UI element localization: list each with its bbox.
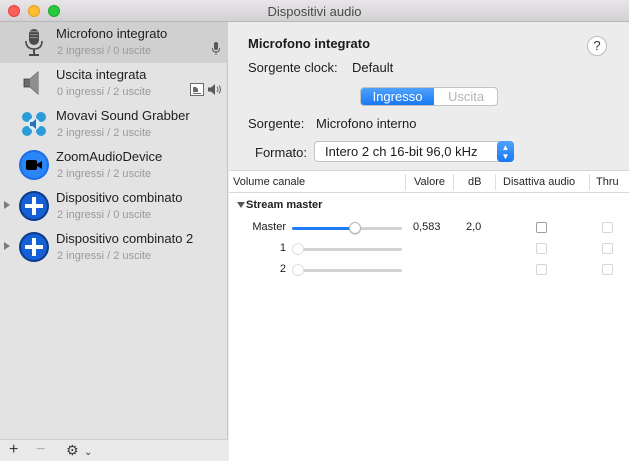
volume-slider [292, 264, 402, 276]
add-device-button[interactable]: + [9, 442, 18, 458]
device-item-zoomaudiodevice[interactable]: ZoomAudioDevice 2 ingressi / 2 uscite [0, 145, 228, 186]
tab-output[interactable]: Uscita [434, 88, 497, 105]
channel-db: 2,0 [466, 221, 482, 233]
format-selected-value: Intero 2 ch 16-bit 96,0 kHz [325, 144, 478, 159]
column-divider [405, 174, 406, 190]
channel-row-2: 2 [229, 260, 629, 280]
zoom-camera-icon [19, 150, 49, 180]
help-button[interactable]: ? [587, 36, 607, 56]
column-divider [453, 174, 454, 190]
microphone-icon [25, 29, 43, 56]
device-detail-panel: Microfono integrato ? Sorgente clock: De… [229, 22, 629, 461]
chevron-updown-icon: ▲ ▼ [497, 141, 514, 162]
channel-volume-table: Volume canale Valore dB Disattiva audio … [229, 170, 629, 461]
source-value: Microfono interno [316, 116, 417, 131]
thru-checkbox [602, 222, 613, 233]
gear-icon[interactable]: ⚙ [66, 442, 79, 458]
mute-checkbox[interactable] [536, 222, 547, 233]
default-input-microphone-icon [212, 42, 220, 55]
device-io-summary: 2 ingressi / 0 uscite [57, 45, 152, 57]
disclosure-triangle[interactable] [4, 201, 10, 209]
title-bar: Dispositivi audio [0, 0, 629, 22]
remove-device-button[interactable]: − [36, 442, 45, 458]
device-name: Dispositivo combinato 2 [56, 231, 194, 246]
channel-value: 0,583 [413, 221, 441, 233]
col-header-value[interactable]: Valore [414, 176, 445, 188]
slider-knob [292, 264, 304, 276]
clock-source-value: Default [352, 60, 394, 75]
device-item-movavi-sound-grabber[interactable]: Movavi Sound Grabber 2 ingressi / 2 usci… [0, 104, 228, 145]
col-header-db[interactable]: dB [468, 176, 481, 188]
plus-circle-icon [19, 232, 49, 262]
col-header-mute[interactable]: Disattiva audio [503, 176, 575, 188]
device-item-microfono-integrato[interactable]: Microfono integrato 2 ingressi / 0 uscit… [0, 22, 228, 63]
thru-checkbox [602, 264, 613, 275]
channel-label: 1 [279, 242, 286, 254]
device-item-uscita-integrata[interactable]: Uscita integrata 0 ingressi / 2 uscite [0, 63, 228, 104]
device-name: Movavi Sound Grabber [56, 108, 190, 123]
stream-group-row[interactable]: Stream master [229, 198, 629, 214]
device-name: Microfono integrato [56, 26, 168, 41]
movavi-icon [22, 112, 46, 136]
format-select[interactable]: Intero 2 ch 16-bit 96,0 kHz ▲ ▼ [314, 141, 514, 162]
channel-row-master: Master 0,583 2,0 [229, 218, 629, 238]
chevron-down-icon[interactable]: ⌄ [84, 445, 92, 461]
clock-source-label: Sorgente clock: [248, 60, 338, 75]
volume-slider[interactable] [292, 222, 402, 234]
device-name: Uscita integrata [56, 67, 147, 82]
system-output-icon [190, 83, 204, 96]
channel-row-1: 1 [229, 239, 629, 259]
input-output-toggle[interactable]: Ingresso Uscita [360, 87, 498, 106]
mute-checkbox [536, 243, 547, 254]
device-io-summary: 2 ingressi / 2 uscite [57, 250, 152, 262]
device-name: Dispositivo combinato [56, 190, 183, 205]
thru-checkbox [602, 243, 613, 254]
volume-slider [292, 243, 402, 255]
device-sidebar: Microfono integrato 2 ingressi / 0 uscit… [0, 22, 228, 461]
slider-knob [292, 243, 304, 255]
device-title: Microfono integrato [248, 36, 371, 51]
column-divider [589, 174, 590, 190]
channel-label: Master [252, 221, 286, 233]
device-io-summary: 0 ingressi / 2 uscite [57, 86, 152, 98]
format-label: Formato: [255, 145, 308, 160]
col-header-thru[interactable]: Thru [596, 176, 619, 188]
speaker-icon [23, 71, 39, 95]
tab-input[interactable]: Ingresso [361, 88, 434, 105]
slider-knob[interactable] [349, 222, 362, 234]
window-title: Dispositivi audio [267, 4, 362, 19]
plus-circle-icon [19, 191, 49, 221]
device-name: ZoomAudioDevice [56, 149, 163, 164]
table-header: Volume canale Valore dB Disattiva audio … [229, 171, 629, 193]
channel-label: 2 [279, 263, 286, 275]
disclosure-triangle[interactable] [4, 242, 10, 250]
mute-checkbox [536, 264, 547, 275]
source-label: Sorgente: [248, 116, 305, 131]
stream-group-label: Stream master [246, 199, 323, 211]
device-io-summary: 2 ingressi / 2 uscite [57, 127, 152, 139]
slider-fill [292, 227, 356, 230]
sidebar-toolbar: + − ⚙ ⌄ [0, 439, 228, 461]
device-item-dispositivo-combinato[interactable]: Dispositivo combinato 2 ingressi / 0 usc… [0, 186, 228, 227]
device-io-summary: 2 ingressi / 2 uscite [57, 168, 152, 180]
col-header-channel[interactable]: Volume canale [233, 176, 305, 188]
default-output-speaker-icon [208, 84, 221, 95]
column-divider [495, 174, 496, 190]
device-item-dispositivo-combinato-2[interactable]: Dispositivo combinato 2 2 ingressi / 2 u… [0, 227, 228, 268]
device-io-summary: 2 ingressi / 0 uscite [57, 209, 152, 221]
disclosure-triangle[interactable] [237, 202, 245, 208]
